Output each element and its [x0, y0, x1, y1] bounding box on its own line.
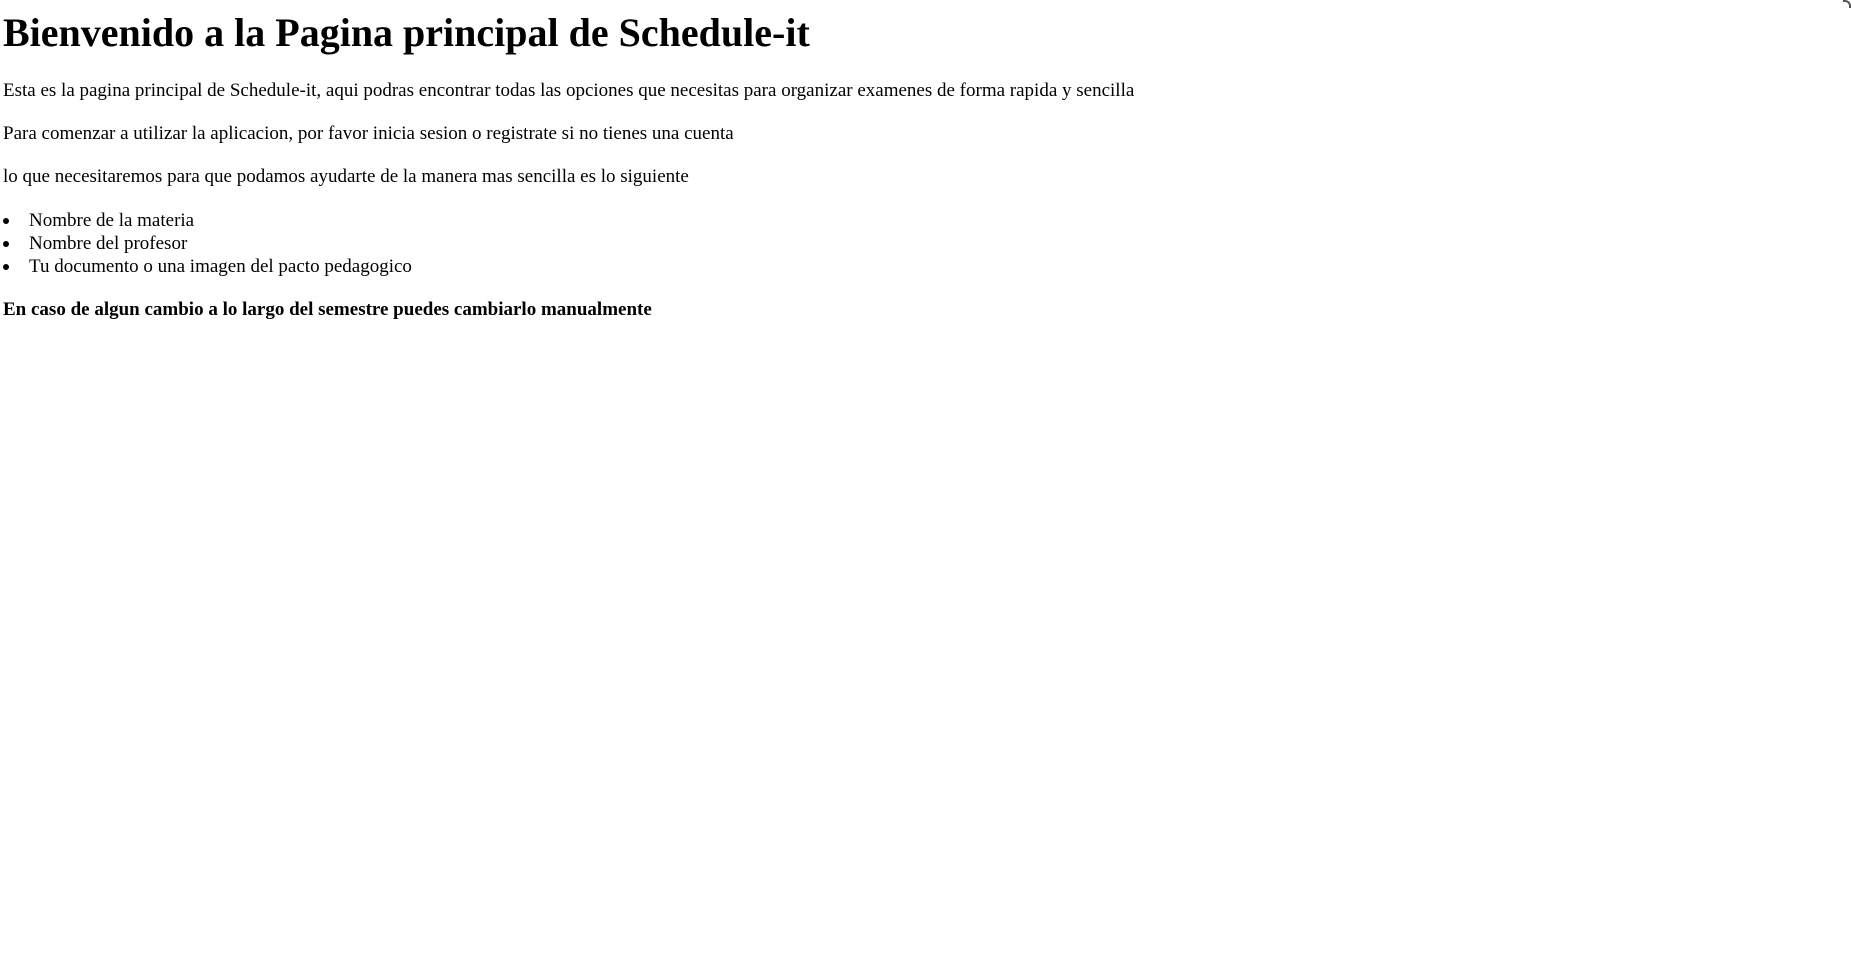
list-item-text: Nombre de la materia [29, 210, 195, 231]
requirements-intro-paragraph: lo que necesitaremos para que podamos ay… [3, 166, 689, 187]
list-item: Tu documento o una imagen del pacto peda… [3, 255, 1843, 278]
window-corner-icon [1843, 0, 1851, 8]
login-prompt-paragraph: Para comenzar a utilizar la aplicacion, … [3, 123, 734, 144]
list-item-text: Tu documento o una imagen del pacto peda… [29, 256, 412, 277]
bullet-icon [3, 241, 9, 247]
requirements-list: Nombre de la materia Nombre del profesor… [3, 209, 1843, 278]
list-item-text: Nombre del profesor [29, 233, 188, 254]
change-note: En caso de algun cambio a lo largo del s… [3, 299, 652, 320]
list-item: Nombre de la materia [3, 209, 1843, 232]
page-content: Bienvenido a la Pagina principal de Sche… [3, 0, 1843, 321]
intro-paragraph: Esta es la pagina principal de Schedule-… [3, 80, 1135, 101]
bullet-icon [3, 218, 9, 224]
list-item: Nombre del profesor [3, 232, 1843, 255]
page-title: Bienvenido a la Pagina principal de Sche… [3, 10, 810, 55]
bullet-icon [3, 264, 9, 270]
